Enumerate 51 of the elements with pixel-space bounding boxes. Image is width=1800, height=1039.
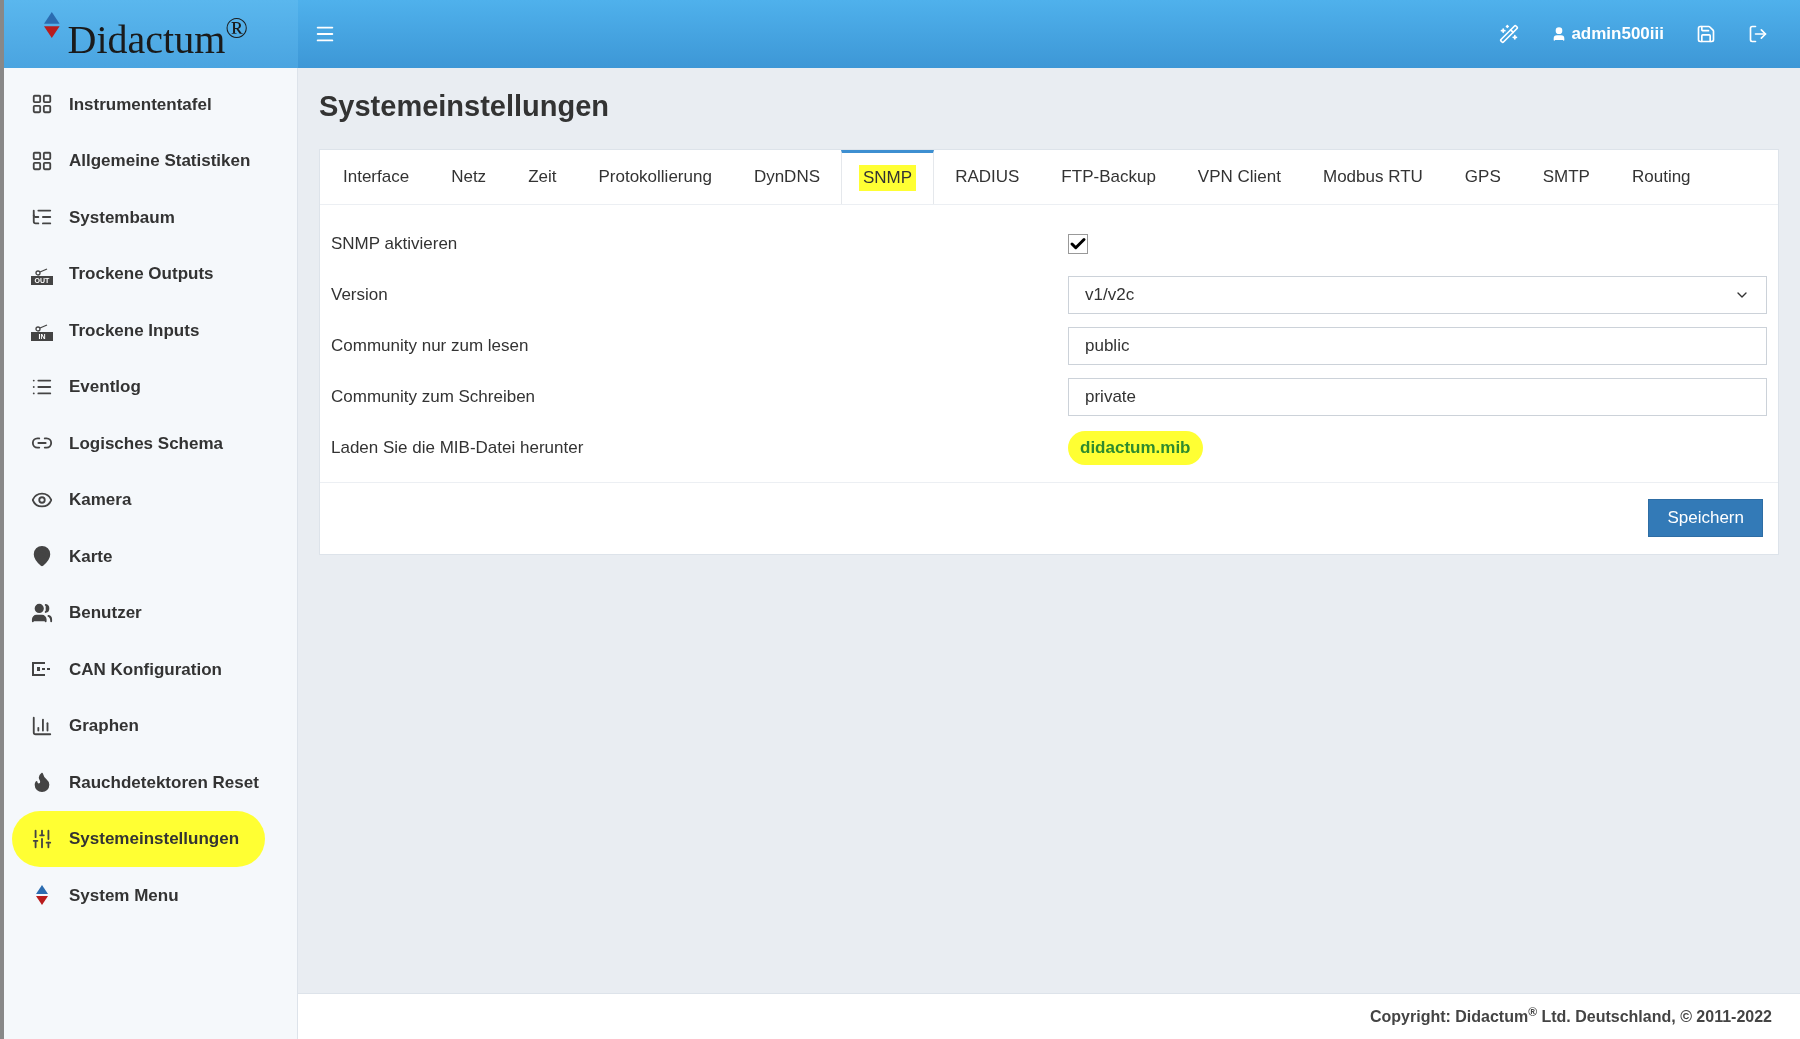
checkbox[interactable] bbox=[1068, 234, 1088, 254]
page-title: Systemeinstellungen bbox=[319, 89, 611, 124]
sliders-icon bbox=[31, 827, 53, 850]
tab[interactable]: Protokollierung bbox=[577, 149, 733, 204]
wand-icon[interactable] bbox=[1499, 24, 1520, 44]
sidebar-item[interactable]: Benutzer bbox=[12, 584, 265, 641]
sidebar-item[interactable]: Logisches Schema bbox=[12, 415, 265, 472]
logo-text: Didactum$^{®}$ bbox=[67, 20, 249, 60]
users-icon bbox=[31, 601, 53, 624]
tab[interactable]: Interface bbox=[322, 149, 431, 204]
grid-icon bbox=[31, 93, 53, 116]
save-icon[interactable] bbox=[1696, 24, 1716, 44]
version-select[interactable]: v1/v2c bbox=[1068, 276, 1767, 314]
tab[interactable]: SNMP bbox=[841, 149, 935, 204]
logout-icon[interactable] bbox=[1748, 24, 1768, 44]
sidebar-item[interactable]: Graphen bbox=[12, 697, 265, 754]
map-pin-icon bbox=[31, 545, 53, 568]
field-label: Community nur zum lesen bbox=[331, 335, 530, 358]
sidebar-item[interactable]: System Menu bbox=[12, 867, 265, 924]
sidebar-item[interactable]: Systemeinstellungen bbox=[12, 810, 265, 867]
tab[interactable]: SMTP bbox=[1521, 149, 1611, 204]
logo-diamond-icon bbox=[44, 12, 60, 38]
sidebar-item[interactable]: Karte bbox=[12, 528, 265, 585]
field-label: Community zum Schreiben bbox=[331, 386, 537, 409]
sidebar-item[interactable]: Instrumententafel bbox=[12, 76, 265, 133]
tab[interactable]: Netz bbox=[430, 149, 508, 204]
tab[interactable]: Zeit bbox=[507, 149, 578, 204]
grid-icon bbox=[31, 149, 53, 172]
sidebar-item[interactable]: Allgemeine Statistiken bbox=[12, 132, 265, 189]
tab[interactable]: RADIUS bbox=[934, 149, 1041, 204]
download-link[interactable]: didactum.mib bbox=[1068, 431, 1203, 465]
text-field[interactable]: public bbox=[1068, 327, 1767, 365]
tab[interactable]: DynDNS bbox=[732, 149, 841, 204]
copyright-text: Copyright: Didactum$^{®}$ Ltd. Deutschland, © 2011-2022 bbox=[1369, 1004, 1772, 1027]
tab[interactable]: FTP-Backup bbox=[1040, 149, 1177, 204]
field-label: Version bbox=[331, 284, 389, 307]
sidebar-item[interactable]: Kamera bbox=[12, 471, 265, 528]
sidebar-item[interactable]: Systembaum bbox=[12, 189, 265, 246]
field-label: Laden Sie die MIB-Datei herunter bbox=[331, 437, 585, 460]
sidebar-item[interactable]: Rauchdetektoren Reset bbox=[12, 754, 265, 811]
bar-chart-icon bbox=[31, 714, 53, 737]
text-field[interactable]: private bbox=[1068, 378, 1767, 416]
field-label: SNMP aktivieren bbox=[331, 233, 459, 256]
sidebar-item[interactable]: CAN Konfiguration bbox=[12, 641, 265, 698]
tab[interactable]: Modbus RTU bbox=[1302, 149, 1444, 204]
save-button[interactable]: Speichern bbox=[1648, 499, 1763, 537]
tab[interactable]: VPN Client bbox=[1176, 149, 1302, 204]
tab[interactable]: Routing bbox=[1610, 149, 1712, 204]
sidebar-item[interactable]: Eventlog bbox=[12, 358, 265, 415]
diamond-icon bbox=[36, 885, 48, 906]
tab[interactable]: GPS bbox=[1443, 149, 1522, 204]
